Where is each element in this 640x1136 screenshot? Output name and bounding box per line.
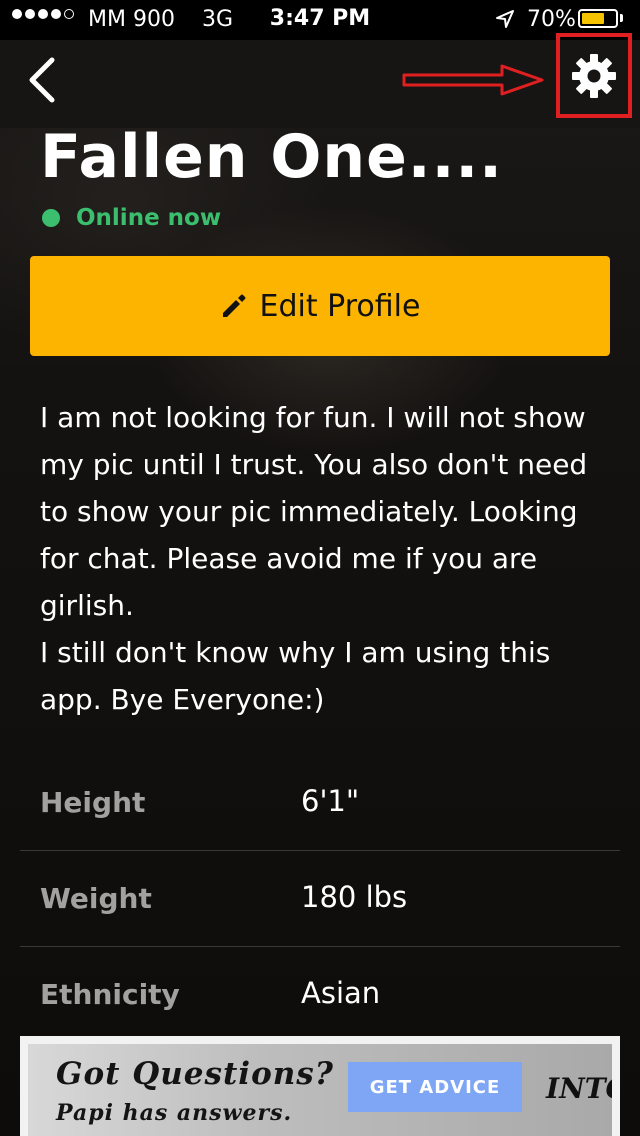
ad-logo: INTO — [546, 1072, 612, 1105]
ad-content: Got Questions? Papi has answers. GET ADV… — [28, 1044, 612, 1136]
stat-label: Height — [40, 786, 146, 819]
stat-row-height: Height 6'1" — [20, 755, 620, 851]
ad-banner[interactable]: Got Questions? Papi has answers. GET ADV… — [20, 1036, 620, 1136]
stat-value: 6'1" — [301, 784, 360, 818]
profile-name: Fallen One.... — [40, 122, 503, 192]
edit-profile-label: Edit Profile — [259, 288, 421, 324]
stat-row-weight: Weight 180 lbs — [20, 851, 620, 947]
ad-subtitle: Papi has answers. — [56, 1100, 293, 1126]
edit-profile-button[interactable]: Edit Profile — [30, 256, 610, 356]
chevron-left-icon — [29, 57, 55, 103]
gear-icon — [572, 53, 616, 98]
battery-percent: 70% — [527, 7, 576, 32]
stat-label: Ethnicity — [40, 978, 180, 1011]
back-button[interactable] — [22, 54, 62, 106]
location-arrow-icon — [495, 9, 515, 35]
profile-stats: Height 6'1" Weight 180 lbs Ethnicity Asi… — [20, 755, 620, 1042]
battery-icon — [578, 9, 618, 28]
battery-tip — [620, 14, 623, 22]
online-status-label: Online now — [76, 205, 222, 231]
stat-value: Asian — [301, 976, 381, 1010]
status-bar: MM 900 3G 3:47 PM 70% — [0, 0, 640, 40]
stat-row-ethnicity: Ethnicity Asian — [20, 947, 620, 1042]
get-advice-button[interactable]: GET ADVICE — [348, 1062, 522, 1112]
pencil-icon — [222, 294, 246, 317]
nav-bar — [0, 40, 640, 128]
annotation-arrow-icon — [402, 64, 544, 96]
ad-title: Got Questions? — [56, 1056, 334, 1092]
profile-bio: I am not looking for fun. I will not sho… — [40, 401, 588, 716]
stat-label: Weight — [40, 882, 152, 915]
online-dot-icon — [42, 209, 60, 227]
settings-button[interactable] — [556, 33, 632, 118]
stat-value: 180 lbs — [301, 880, 408, 914]
online-status: Online now — [42, 205, 221, 231]
